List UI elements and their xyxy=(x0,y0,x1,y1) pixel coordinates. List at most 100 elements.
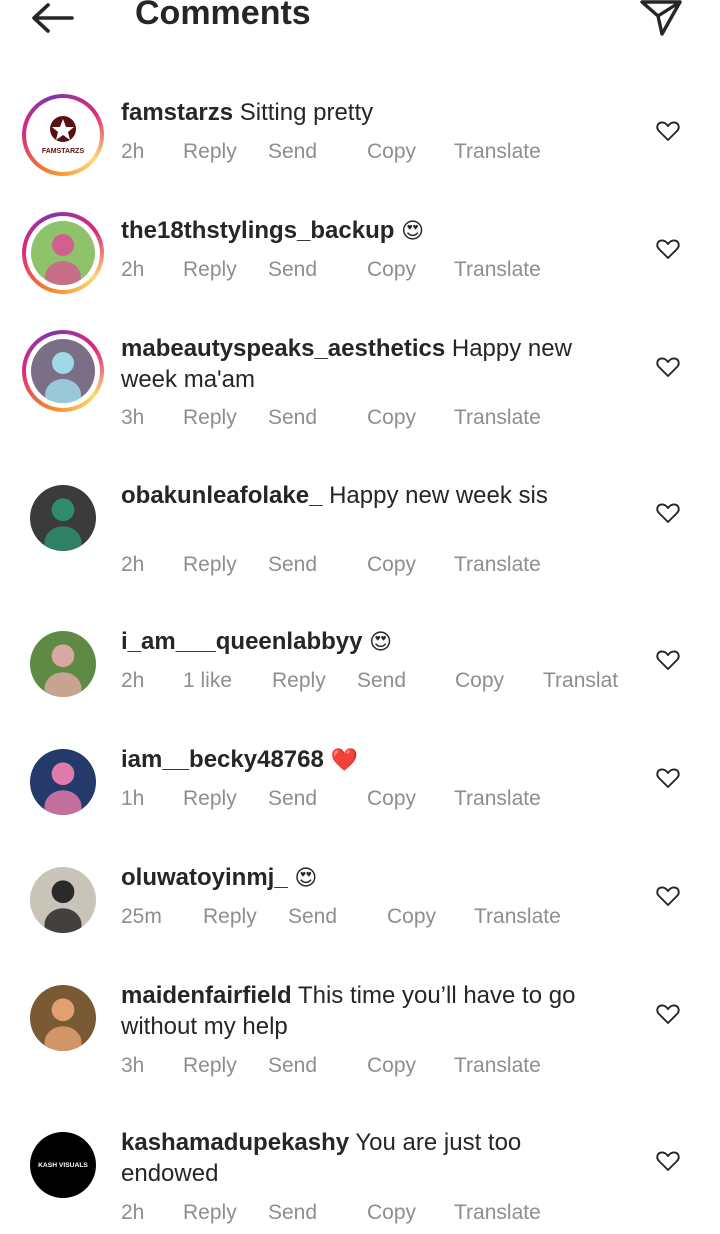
comment-time: 25m xyxy=(121,905,162,928)
reply-button[interactable]: Reply xyxy=(183,1054,237,1078)
like-heart-icon[interactable] xyxy=(655,500,681,526)
comment-time: 2h xyxy=(121,1201,145,1224)
avatar[interactable] xyxy=(22,623,104,705)
translate-button[interactable]: Translate xyxy=(454,787,541,811)
back-arrow-icon xyxy=(32,3,74,33)
reply-button[interactable]: Reply xyxy=(183,787,237,811)
back-button[interactable] xyxy=(28,0,76,40)
avatar[interactable] xyxy=(22,977,104,1059)
copy-button[interactable]: Copy xyxy=(367,553,416,577)
avatar-photo xyxy=(30,631,96,697)
comment-row: oluwatoyinmj_ 😍 25m Reply Send Copy Translate xyxy=(0,859,720,969)
translate-button[interactable]: Translate xyxy=(454,553,541,577)
send-icon xyxy=(640,0,682,36)
comment-username[interactable]: i_am___queenlabbyy xyxy=(121,628,362,655)
comment-row: iam__becky48768 ❤️ 1h Reply Send Copy Transla… xyxy=(0,741,720,851)
comment-row: maidenfairfield This time you’ll have to… xyxy=(0,977,720,1087)
reply-button[interactable]: Reply xyxy=(183,553,237,577)
comment-text: iam__becky48768 ❤️ xyxy=(121,744,621,776)
send-button[interactable]: Send xyxy=(268,258,317,282)
comment-time: 2h xyxy=(121,140,145,163)
avatar[interactable] xyxy=(22,741,104,823)
emoji-icon: ❤️ xyxy=(330,748,358,773)
like-heart-icon[interactable] xyxy=(655,883,681,909)
comment-username[interactable]: iam__becky48768 xyxy=(121,746,324,773)
comment-text: mabeautyspeaks_aesthetics Happy new week… xyxy=(121,333,621,395)
comment-row: mabeautyspeaks_aesthetics Happy new week… xyxy=(0,330,720,440)
comment-text: kashamadupekashy You are just too endowe… xyxy=(121,1127,621,1189)
comment-row: FAMSTARZS famstarzs Sitting pretty 2h Reply… xyxy=(0,94,720,204)
likes-count[interactable]: 1 like xyxy=(183,669,232,693)
translate-button[interactable]: Translate xyxy=(454,1201,541,1225)
avatar-image: KASH VISUALS xyxy=(30,1132,96,1198)
comment-time: 3h xyxy=(121,1054,145,1077)
send-button[interactable]: Send xyxy=(268,553,317,577)
comment-time: 2h xyxy=(121,669,145,692)
comment-username[interactable]: famstarzs xyxy=(121,99,233,126)
translate-button[interactable]: Translate xyxy=(454,1054,541,1078)
send-button[interactable]: Send xyxy=(357,669,406,693)
avatar-photo xyxy=(30,749,96,815)
send-button[interactable]: Send xyxy=(268,1054,317,1078)
avatar-image xyxy=(30,867,96,933)
copy-button[interactable]: Copy xyxy=(455,669,504,693)
send-button[interactable]: Send xyxy=(268,1201,317,1225)
avatar[interactable] xyxy=(22,477,104,559)
comment-username[interactable]: obakunleafolake_ xyxy=(121,482,322,509)
comment-body: Sitting pretty xyxy=(239,99,374,126)
translate-button[interactable]: Translate xyxy=(454,406,541,430)
avatar-logo-text: FAMSTARZS xyxy=(42,148,85,155)
translate-button[interactable]: Translate xyxy=(454,258,541,282)
avatar[interactable] xyxy=(22,859,104,941)
copy-button[interactable]: Copy xyxy=(387,905,436,929)
comment-time: 2h xyxy=(121,258,145,281)
copy-button[interactable]: Copy xyxy=(367,406,416,430)
like-heart-icon[interactable] xyxy=(655,236,681,262)
comment-text: the18thstylings_backup 😍 xyxy=(121,215,621,247)
send-button[interactable]: Send xyxy=(268,406,317,430)
comment-row: obakunleafolake_ Happy new week sis 2h Rep… xyxy=(0,477,720,587)
reply-button[interactable]: Reply xyxy=(183,140,237,164)
avatar-logo-text: KASH VISUALS xyxy=(38,1162,88,1169)
send-button[interactable]: Send xyxy=(268,787,317,811)
copy-button[interactable]: Copy xyxy=(367,1054,416,1078)
send-button[interactable]: Send xyxy=(268,140,317,164)
avatar[interactable]: FAMSTARZS xyxy=(22,94,104,176)
like-heart-icon[interactable] xyxy=(655,765,681,791)
header-bar: Comments xyxy=(0,0,720,40)
avatar-photo xyxy=(31,221,95,285)
comment-username[interactable]: the18thstylings_backup xyxy=(121,217,394,244)
comment-text: oluwatoyinmj_ 😍 xyxy=(121,862,621,894)
copy-button[interactable]: Copy xyxy=(367,258,416,282)
reply-button[interactable]: Reply xyxy=(183,1201,237,1225)
comment-username[interactable]: kashamadupekashy xyxy=(121,1129,349,1156)
copy-button[interactable]: Copy xyxy=(367,787,416,811)
translate-button[interactable]: Translate xyxy=(474,905,561,929)
reply-button[interactable]: Reply xyxy=(183,406,237,430)
reply-button[interactable]: Reply xyxy=(272,669,326,693)
send-button[interactable]: Send xyxy=(288,905,337,929)
avatar[interactable] xyxy=(22,212,104,294)
comment-username[interactable]: mabeautyspeaks_aesthetics xyxy=(121,335,445,362)
copy-button[interactable]: Copy xyxy=(367,140,416,164)
avatar[interactable]: KASH VISUALS xyxy=(22,1124,104,1206)
translate-button[interactable]: Translat xyxy=(543,669,618,693)
comment-username[interactable]: oluwatoyinmj_ xyxy=(121,864,288,891)
comment-time: 2h xyxy=(121,553,145,576)
comment-username[interactable]: maidenfairfield xyxy=(121,982,292,1009)
emoji-icon: 😍 xyxy=(401,219,425,244)
copy-button[interactable]: Copy xyxy=(367,1201,416,1225)
reply-button[interactable]: Reply xyxy=(203,905,257,929)
like-heart-icon[interactable] xyxy=(655,118,681,144)
avatar-photo: FAMSTARZS xyxy=(31,103,95,167)
like-heart-icon[interactable] xyxy=(655,1148,681,1174)
translate-button[interactable]: Translate xyxy=(454,140,541,164)
like-heart-icon[interactable] xyxy=(655,647,681,673)
comment-row: KASH VISUALS kashamadupekashy You are jus… xyxy=(0,1124,720,1234)
comment-row: i_am___queenlabbyy 😍 2h 1 like Reply Send Cop… xyxy=(0,623,720,733)
like-heart-icon[interactable] xyxy=(655,354,681,380)
avatar[interactable] xyxy=(22,330,104,412)
like-heart-icon[interactable] xyxy=(655,1001,681,1027)
share-button[interactable] xyxy=(636,0,686,40)
reply-button[interactable]: Reply xyxy=(183,258,237,282)
